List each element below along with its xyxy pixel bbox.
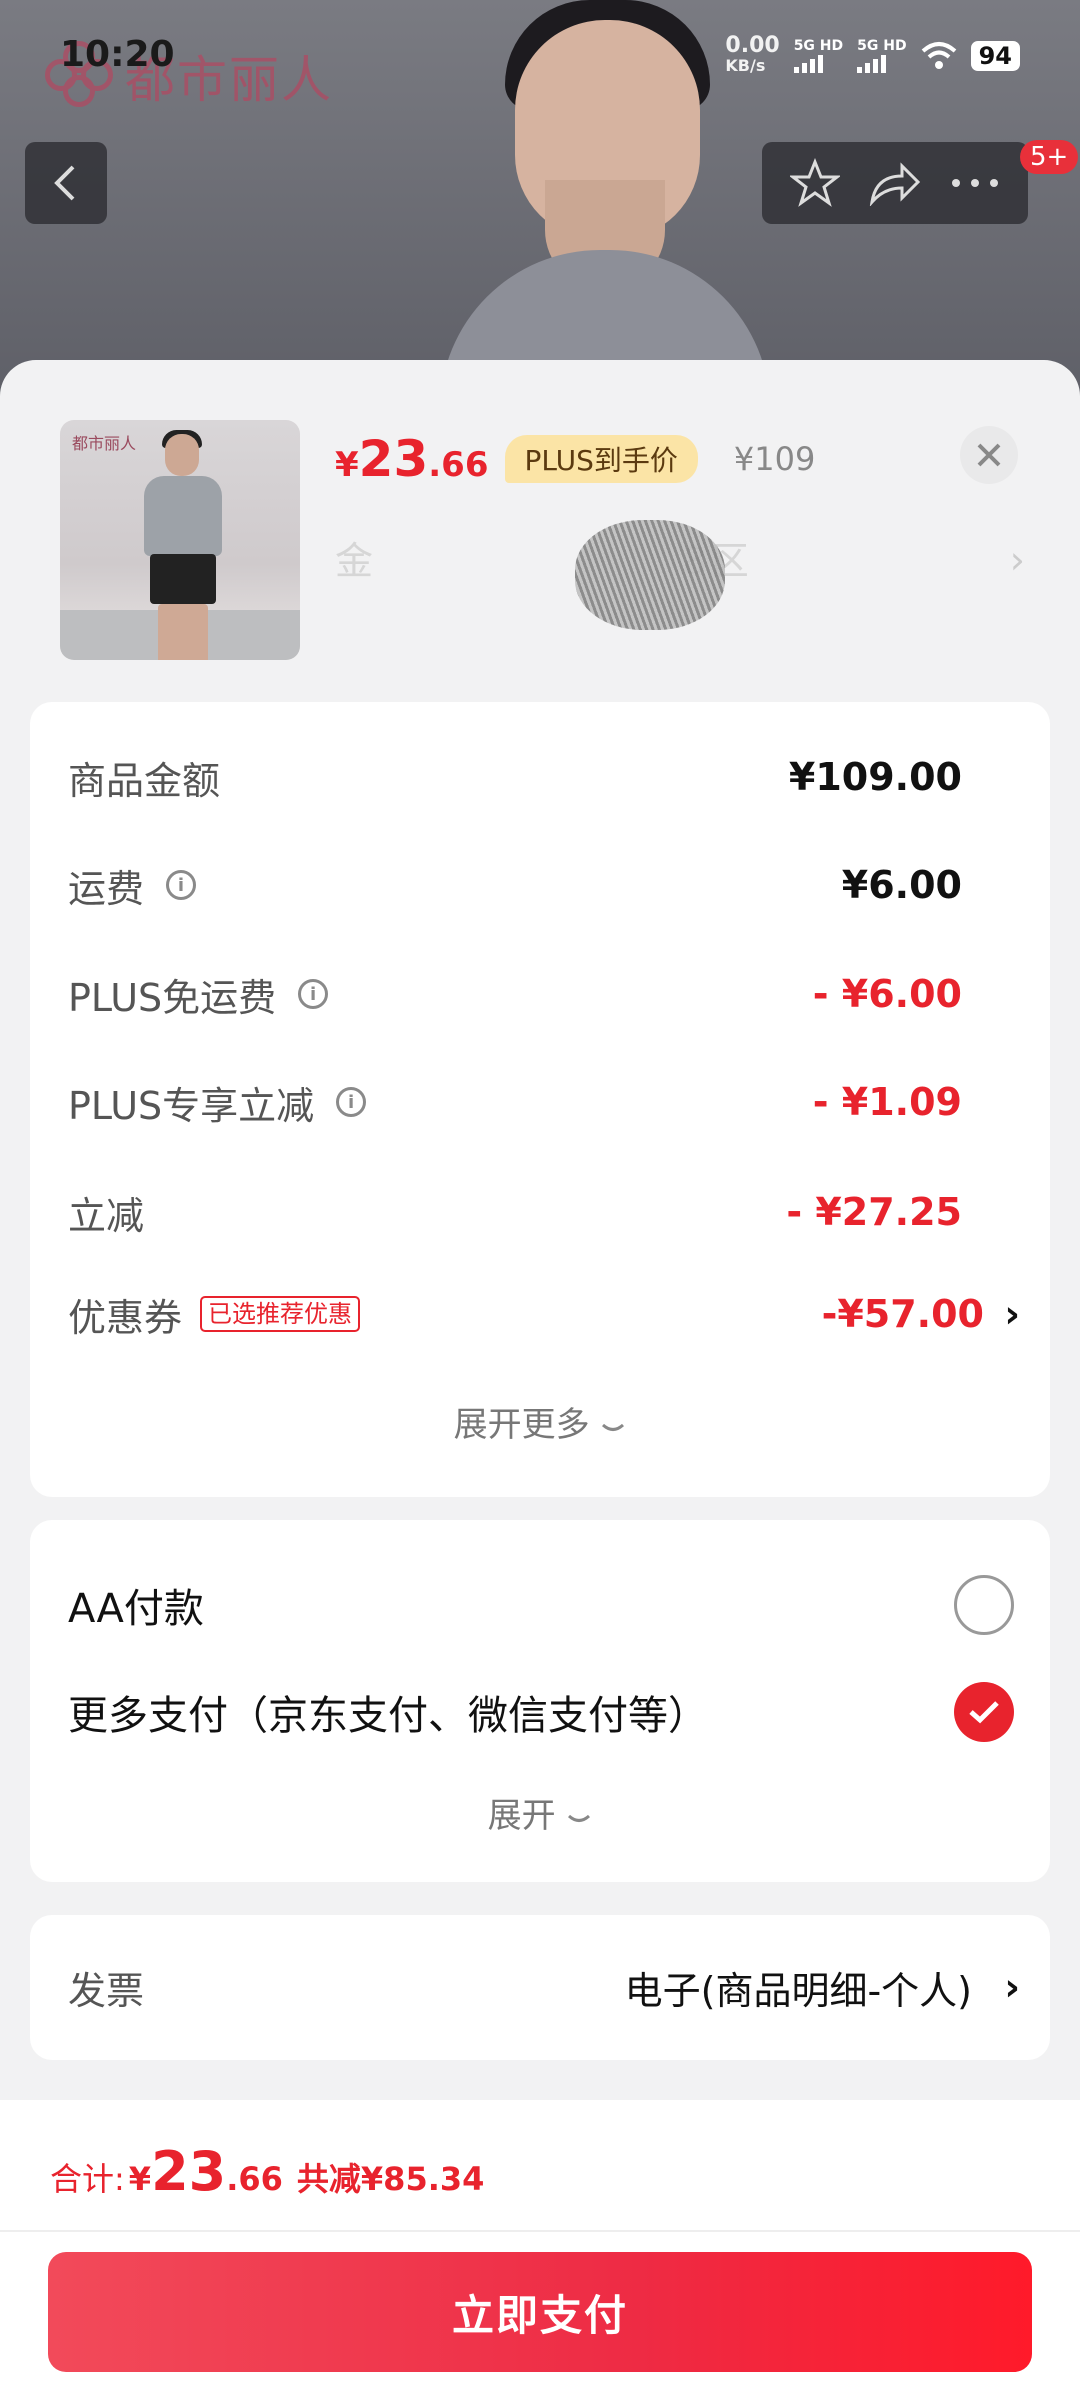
row-label-text: 优惠券 bbox=[68, 1295, 183, 1340]
invoice-row[interactable]: 发票 电子(商品明细-个人) › bbox=[68, 1957, 1020, 2017]
price-currency: ¥ bbox=[335, 445, 359, 485]
checkout-footer: 合计: ¥ 23 .66 共减¥85.34 立即支付 bbox=[0, 2100, 1080, 2400]
back-icon bbox=[54, 165, 75, 201]
radio-selected[interactable] bbox=[954, 1682, 1014, 1742]
signal-bars-icon bbox=[857, 55, 887, 73]
payment-option-label: 更多支付（京东支付、微信支付等） bbox=[68, 1693, 708, 1739]
row-label: 优惠券 已选推荐优惠 bbox=[68, 1287, 361, 1342]
info-icon[interactable]: i bbox=[166, 870, 197, 900]
invoice-label: 发票 bbox=[68, 1968, 145, 2013]
row-value: ¥6.00 bbox=[841, 863, 962, 907]
chevron-down-icon bbox=[568, 1814, 591, 1822]
invoice-value: 电子(商品明细-个人) bbox=[624, 1968, 972, 2013]
status-indicators: 0.00 KB/s 5G HD 5G HD 94 bbox=[725, 33, 1020, 76]
thumb-model-legs bbox=[158, 604, 208, 660]
more-icon[interactable] bbox=[950, 177, 1000, 189]
info-icon[interactable]: i bbox=[298, 979, 329, 1009]
total-currency: ¥ bbox=[128, 2160, 152, 2198]
signal-sim2: 5G HD bbox=[857, 38, 907, 73]
chevron-right-icon: › bbox=[1004, 1292, 1020, 1336]
cart-badge: 5+ bbox=[1020, 140, 1079, 174]
star-icon[interactable] bbox=[790, 158, 840, 208]
battery-indicator: 94 bbox=[970, 41, 1020, 71]
row-label-text: 运费 bbox=[68, 866, 145, 911]
sim1-label: 5G HD bbox=[793, 38, 844, 54]
chevron-down-icon bbox=[602, 1423, 625, 1431]
network-speed: 0.00 KB/s bbox=[725, 33, 780, 76]
row-value: - ¥6.00 bbox=[812, 972, 962, 1016]
payment-method-card: AA付款 更多支付（京东支付、微信支付等） 展开 bbox=[30, 1520, 1050, 1882]
wifi-icon bbox=[921, 42, 956, 69]
delivery-address[interactable]: 金 8区 › bbox=[335, 520, 1025, 640]
close-button[interactable] bbox=[960, 426, 1018, 484]
total-saved: 共减¥85.34 bbox=[296, 2160, 485, 2198]
invoice-card[interactable]: 发票 电子(商品明细-个人) › bbox=[30, 1915, 1050, 2060]
row-value: ¥109.00 bbox=[788, 755, 962, 799]
checkout-sheet: 都市丽人 ¥ 23 .66 PLUS到手价 ¥109 金 8区 › bbox=[0, 360, 1080, 2400]
top-action-group bbox=[762, 142, 1028, 224]
row-label: PLUS免运费 i bbox=[68, 967, 329, 1022]
row-plus-discount: PLUS专享立减 i - ¥1.09 bbox=[68, 1072, 1012, 1132]
expand-more-label: 展开更多 bbox=[453, 1405, 590, 1445]
thumb-model-shorts bbox=[150, 554, 216, 604]
row-plus-free-shipping: PLUS免运费 i - ¥6.00 bbox=[68, 964, 1012, 1024]
row-instant-discount: 立减 - ¥27.25 bbox=[68, 1182, 1012, 1242]
total-label: 合计: bbox=[50, 2160, 125, 2198]
coupon-selected-tag: 已选推荐优惠 bbox=[200, 1296, 361, 1332]
signal-sim1: 5G HD bbox=[793, 38, 844, 73]
plus-price-tag: PLUS到手价 bbox=[504, 435, 698, 483]
status-time: 10:20 bbox=[60, 34, 175, 75]
price-decimal: .66 bbox=[428, 445, 489, 485]
row-label-text: PLUS专享立减 bbox=[68, 1083, 315, 1128]
row-label: 运费 i bbox=[68, 858, 197, 913]
row-shipping: 运费 i ¥6.00 bbox=[68, 855, 1012, 915]
expand-payment-button[interactable]: 展开 bbox=[30, 1788, 1050, 1837]
expand-payment-label: 展开 bbox=[487, 1796, 556, 1836]
payment-option-more[interactable]: 更多支付（京东支付、微信支付等） bbox=[68, 1677, 1014, 1747]
share-icon[interactable] bbox=[868, 160, 922, 206]
row-label: 商品金额 bbox=[68, 758, 221, 803]
check-icon bbox=[969, 1701, 999, 1724]
row-label: 立减 bbox=[68, 1193, 145, 1238]
price-row: ¥ 23 .66 PLUS到手价 ¥109 bbox=[335, 430, 815, 488]
total-decimal: .66 bbox=[226, 2160, 283, 2198]
row-label-text: PLUS免运费 bbox=[68, 975, 277, 1020]
chevron-right-icon: › bbox=[1009, 538, 1025, 582]
divider bbox=[0, 2230, 1080, 2232]
row-label: PLUS专享立减 i bbox=[68, 1075, 367, 1130]
info-icon[interactable]: i bbox=[336, 1087, 367, 1117]
row-value: - ¥27.25 bbox=[786, 1190, 962, 1234]
radio-unselected[interactable] bbox=[954, 1575, 1014, 1635]
address-redaction-scribble bbox=[575, 520, 725, 630]
price-breakdown-card: 商品金额 ¥109.00 运费 i ¥6.00 PLUS免运费 i - ¥6.00 … bbox=[30, 702, 1050, 1497]
network-speed-unit: KB/s bbox=[725, 56, 766, 75]
product-header: 都市丽人 ¥ 23 .66 PLUS到手价 ¥109 金 8区 › bbox=[0, 360, 1080, 680]
pay-now-button[interactable]: 立即支付 bbox=[48, 2252, 1032, 2372]
thumb-model-face bbox=[165, 434, 199, 476]
total-integer: 23 bbox=[151, 2140, 227, 2203]
product-thumbnail[interactable]: 都市丽人 bbox=[60, 420, 300, 660]
back-button[interactable] bbox=[25, 142, 107, 224]
signal-bars-icon bbox=[793, 55, 823, 73]
original-price: ¥109 bbox=[733, 440, 816, 478]
close-icon bbox=[977, 443, 1001, 467]
row-value: - ¥1.09 bbox=[812, 1080, 962, 1124]
expand-more-button[interactable]: 展开更多 bbox=[30, 1397, 1050, 1446]
status-bar: 10:20 0.00 KB/s 5G HD 5G HD 94 bbox=[0, 0, 1080, 110]
price-integer: 23 bbox=[358, 430, 429, 488]
row-value: -¥57.00 bbox=[821, 1292, 984, 1336]
total-amount: 合计: ¥ 23 .66 共减¥85.34 bbox=[50, 2140, 484, 2203]
payment-option-label: AA付款 bbox=[68, 1586, 204, 1632]
sim2-label: 5G HD bbox=[857, 38, 907, 54]
row-goods-amount: 商品金额 ¥109.00 bbox=[68, 747, 1012, 807]
row-coupon[interactable]: 优惠券 已选推荐优惠 -¥57.00 › bbox=[68, 1284, 1020, 1344]
chevron-right-icon: › bbox=[1004, 1965, 1020, 2009]
plus-price: ¥ 23 .66 bbox=[335, 430, 489, 488]
payment-option-aa[interactable]: AA付款 bbox=[68, 1570, 1014, 1640]
thumb-model-shirt bbox=[144, 476, 222, 556]
thumb-logo: 都市丽人 bbox=[72, 434, 137, 453]
network-speed-value: 0.00 bbox=[725, 33, 780, 58]
